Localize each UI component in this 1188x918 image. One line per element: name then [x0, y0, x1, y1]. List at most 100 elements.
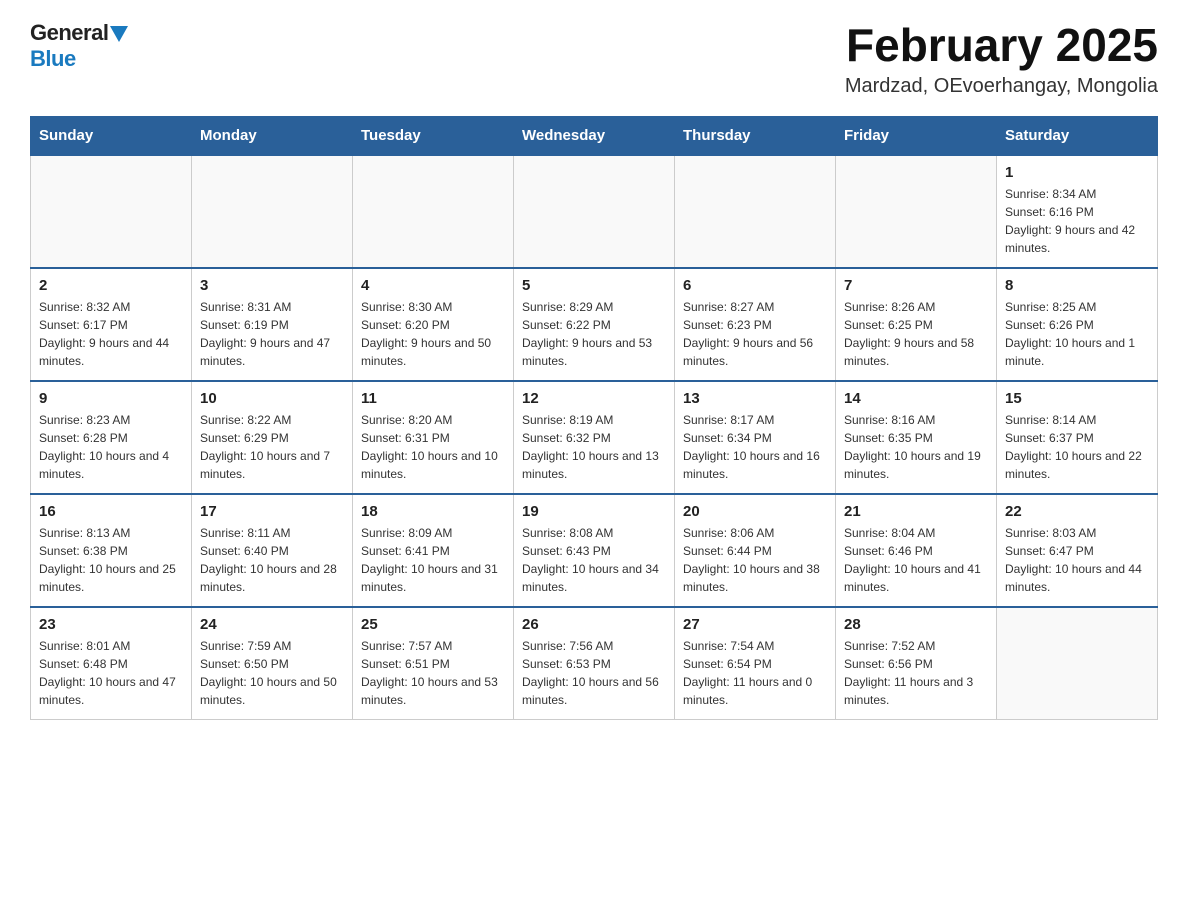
logo-general-text: General: [30, 20, 108, 45]
day-info: Sunrise: 7:59 AMSunset: 6:50 PMDaylight:…: [200, 637, 344, 709]
day-info: Sunrise: 8:34 AMSunset: 6:16 PMDaylight:…: [1005, 185, 1149, 257]
day-number: 9: [39, 390, 183, 407]
day-info: Sunrise: 8:16 AMSunset: 6:35 PMDaylight:…: [844, 411, 988, 483]
calendar-cell: [675, 155, 836, 268]
calendar-cell: 19Sunrise: 8:08 AMSunset: 6:43 PMDayligh…: [514, 494, 675, 607]
day-info: Sunrise: 7:54 AMSunset: 6:54 PMDaylight:…: [683, 637, 827, 709]
day-info: Sunrise: 8:17 AMSunset: 6:34 PMDaylight:…: [683, 411, 827, 483]
day-info: Sunrise: 8:20 AMSunset: 6:31 PMDaylight:…: [361, 411, 505, 483]
day-info: Sunrise: 8:14 AMSunset: 6:37 PMDaylight:…: [1005, 411, 1149, 483]
day-info: Sunrise: 8:19 AMSunset: 6:32 PMDaylight:…: [522, 411, 666, 483]
day-header-tuesday: Tuesday: [353, 116, 514, 155]
day-number: 26: [522, 616, 666, 633]
day-info: Sunrise: 8:03 AMSunset: 6:47 PMDaylight:…: [1005, 524, 1149, 596]
day-number: 23: [39, 616, 183, 633]
page-header: General Blue February 2025 Mardzad, OEvo…: [30, 20, 1158, 98]
calendar-cell: 28 Sunrise: 7:52 AMSunset: 6:56 PMDayligh…: [836, 607, 997, 720]
calendar-cell: [192, 155, 353, 268]
calendar-cell: 9 Sunrise: 8:23 AMSunset: 6:28 PMDaylight…: [31, 381, 192, 494]
day-info: Sunrise: 7:52 AMSunset: 6:56 PMDaylight:…: [844, 637, 988, 709]
day-number: 3: [200, 277, 344, 294]
day-number: 13: [683, 390, 827, 407]
day-number: 18: [361, 503, 505, 520]
calendar-cell: 26 Sunrise: 7:56 AMSunset: 6:53 PMDayligh…: [514, 607, 675, 720]
day-header-wednesday: Wednesday: [514, 116, 675, 155]
month-title: February 2025: [845, 20, 1158, 71]
day-number: 11: [361, 390, 505, 407]
day-number: 15: [1005, 390, 1149, 407]
day-number: 14: [844, 390, 988, 407]
logo-triangle-icon: [110, 26, 128, 42]
day-number: 7: [844, 277, 988, 294]
day-info: Sunrise: 7:57 AMSunset: 6:51 PMDaylight:…: [361, 637, 505, 709]
calendar-header-row: SundayMondayTuesdayWednesdayThursdayFrid…: [31, 116, 1158, 155]
day-number: 5: [522, 277, 666, 294]
day-number: 1: [1005, 164, 1149, 181]
calendar-cell: [31, 155, 192, 268]
day-info: Sunrise: 8:22 AMSunset: 6:29 PMDaylight:…: [200, 411, 344, 483]
calendar-cell: 24 Sunrise: 7:59 AMSunset: 6:50 PMDayligh…: [192, 607, 353, 720]
calendar-cell: 10 Sunrise: 8:22 AMSunset: 6:29 PMDayligh…: [192, 381, 353, 494]
calendar-cell: 1 Sunrise: 8:34 AMSunset: 6:16 PMDaylight…: [997, 155, 1158, 268]
calendar-cell: 7 Sunrise: 8:26 AMSunset: 6:25 PMDaylight…: [836, 268, 997, 381]
title-block: February 2025 Mardzad, OEvoerhangay, Mon…: [845, 20, 1158, 98]
day-header-thursday: Thursday: [675, 116, 836, 155]
day-info: Sunrise: 8:11 AMSunset: 6:40 PMDaylight:…: [200, 524, 344, 596]
calendar-cell: 20 Sunrise: 8:06 AMSunset: 6:44 PMDayligh…: [675, 494, 836, 607]
day-number: 2: [39, 277, 183, 294]
day-info: Sunrise: 8:32 AMSunset: 6:17 PMDaylight:…: [39, 298, 183, 370]
logo-line2: Blue: [30, 46, 76, 72]
logo-blue-text: Blue: [30, 46, 76, 71]
day-info: Sunrise: 8:25 AMSunset: 6:26 PMDaylight:…: [1005, 298, 1149, 370]
day-info: Sunrise: 8:13 AMSunset: 6:38 PMDaylight:…: [39, 524, 183, 596]
calendar-cell: 27 Sunrise: 7:54 AMSunset: 6:54 PMDayligh…: [675, 607, 836, 720]
day-number: 25: [361, 616, 505, 633]
week-row-3: 9 Sunrise: 8:23 AMSunset: 6:28 PMDaylight…: [31, 381, 1158, 494]
day-info: Sunrise: 8:27 AMSunset: 6:23 PMDaylight:…: [683, 298, 827, 370]
day-number: 28: [844, 616, 988, 633]
calendar-cell: 17 Sunrise: 8:11 AMSunset: 6:40 PMDayligh…: [192, 494, 353, 607]
logo: General Blue: [30, 20, 128, 72]
day-info: Sunrise: 8:04 AMSunset: 6:46 PMDaylight:…: [844, 524, 988, 596]
day-number: 8: [1005, 277, 1149, 294]
calendar-cell: [514, 155, 675, 268]
calendar-cell: 8 Sunrise: 8:25 AMSunset: 6:26 PMDaylight…: [997, 268, 1158, 381]
calendar-cell: [997, 607, 1158, 720]
day-number: 6: [683, 277, 827, 294]
calendar-cell: 2 Sunrise: 8:32 AMSunset: 6:17 PMDaylight…: [31, 268, 192, 381]
day-number: 21: [844, 503, 988, 520]
logo-line1: General: [30, 20, 128, 46]
day-header-friday: Friday: [836, 116, 997, 155]
calendar-cell: 11 Sunrise: 8:20 AMSunset: 6:31 PMDayligh…: [353, 381, 514, 494]
day-number: 27: [683, 616, 827, 633]
day-info: Sunrise: 8:23 AMSunset: 6:28 PMDaylight:…: [39, 411, 183, 483]
calendar-cell: 15 Sunrise: 8:14 AMSunset: 6:37 PMDayligh…: [997, 381, 1158, 494]
calendar-cell: [353, 155, 514, 268]
day-number: 24: [200, 616, 344, 633]
day-info: Sunrise: 8:09 AMSunset: 6:41 PMDaylight:…: [361, 524, 505, 596]
day-number: 22: [1005, 503, 1149, 520]
day-info: Sunrise: 7:56 AMSunset: 6:53 PMDaylight:…: [522, 637, 666, 709]
calendar-cell: 4Sunrise: 8:30 AMSunset: 6:20 PMDaylight…: [353, 268, 514, 381]
calendar-cell: 13 Sunrise: 8:17 AMSunset: 6:34 PMDayligh…: [675, 381, 836, 494]
location-title: Mardzad, OEvoerhangay, Mongolia: [845, 75, 1158, 98]
calendar-cell: [836, 155, 997, 268]
day-number: 12: [522, 390, 666, 407]
calendar-cell: 23Sunrise: 8:01 AMSunset: 6:48 PMDayligh…: [31, 607, 192, 720]
week-row-5: 23Sunrise: 8:01 AMSunset: 6:48 PMDayligh…: [31, 607, 1158, 720]
week-row-1: 1 Sunrise: 8:34 AMSunset: 6:16 PMDaylight…: [31, 155, 1158, 268]
day-info: Sunrise: 8:06 AMSunset: 6:44 PMDaylight:…: [683, 524, 827, 596]
calendar-cell: 18 Sunrise: 8:09 AMSunset: 6:41 PMDayligh…: [353, 494, 514, 607]
day-number: 17: [200, 503, 344, 520]
day-number: 10: [200, 390, 344, 407]
day-info: Sunrise: 8:30 AMSunset: 6:20 PMDaylight:…: [361, 298, 505, 370]
calendar-cell: 25 Sunrise: 7:57 AMSunset: 6:51 PMDayligh…: [353, 607, 514, 720]
calendar-cell: 6 Sunrise: 8:27 AMSunset: 6:23 PMDaylight…: [675, 268, 836, 381]
day-info: Sunrise: 8:26 AMSunset: 6:25 PMDaylight:…: [844, 298, 988, 370]
day-number: 19: [522, 503, 666, 520]
calendar-cell: 3Sunrise: 8:31 AMSunset: 6:19 PMDaylight…: [192, 268, 353, 381]
calendar-cell: 12 Sunrise: 8:19 AMSunset: 6:32 PMDayligh…: [514, 381, 675, 494]
calendar-cell: 16Sunrise: 8:13 AMSunset: 6:38 PMDayligh…: [31, 494, 192, 607]
day-number: 20: [683, 503, 827, 520]
week-row-2: 2 Sunrise: 8:32 AMSunset: 6:17 PMDaylight…: [31, 268, 1158, 381]
